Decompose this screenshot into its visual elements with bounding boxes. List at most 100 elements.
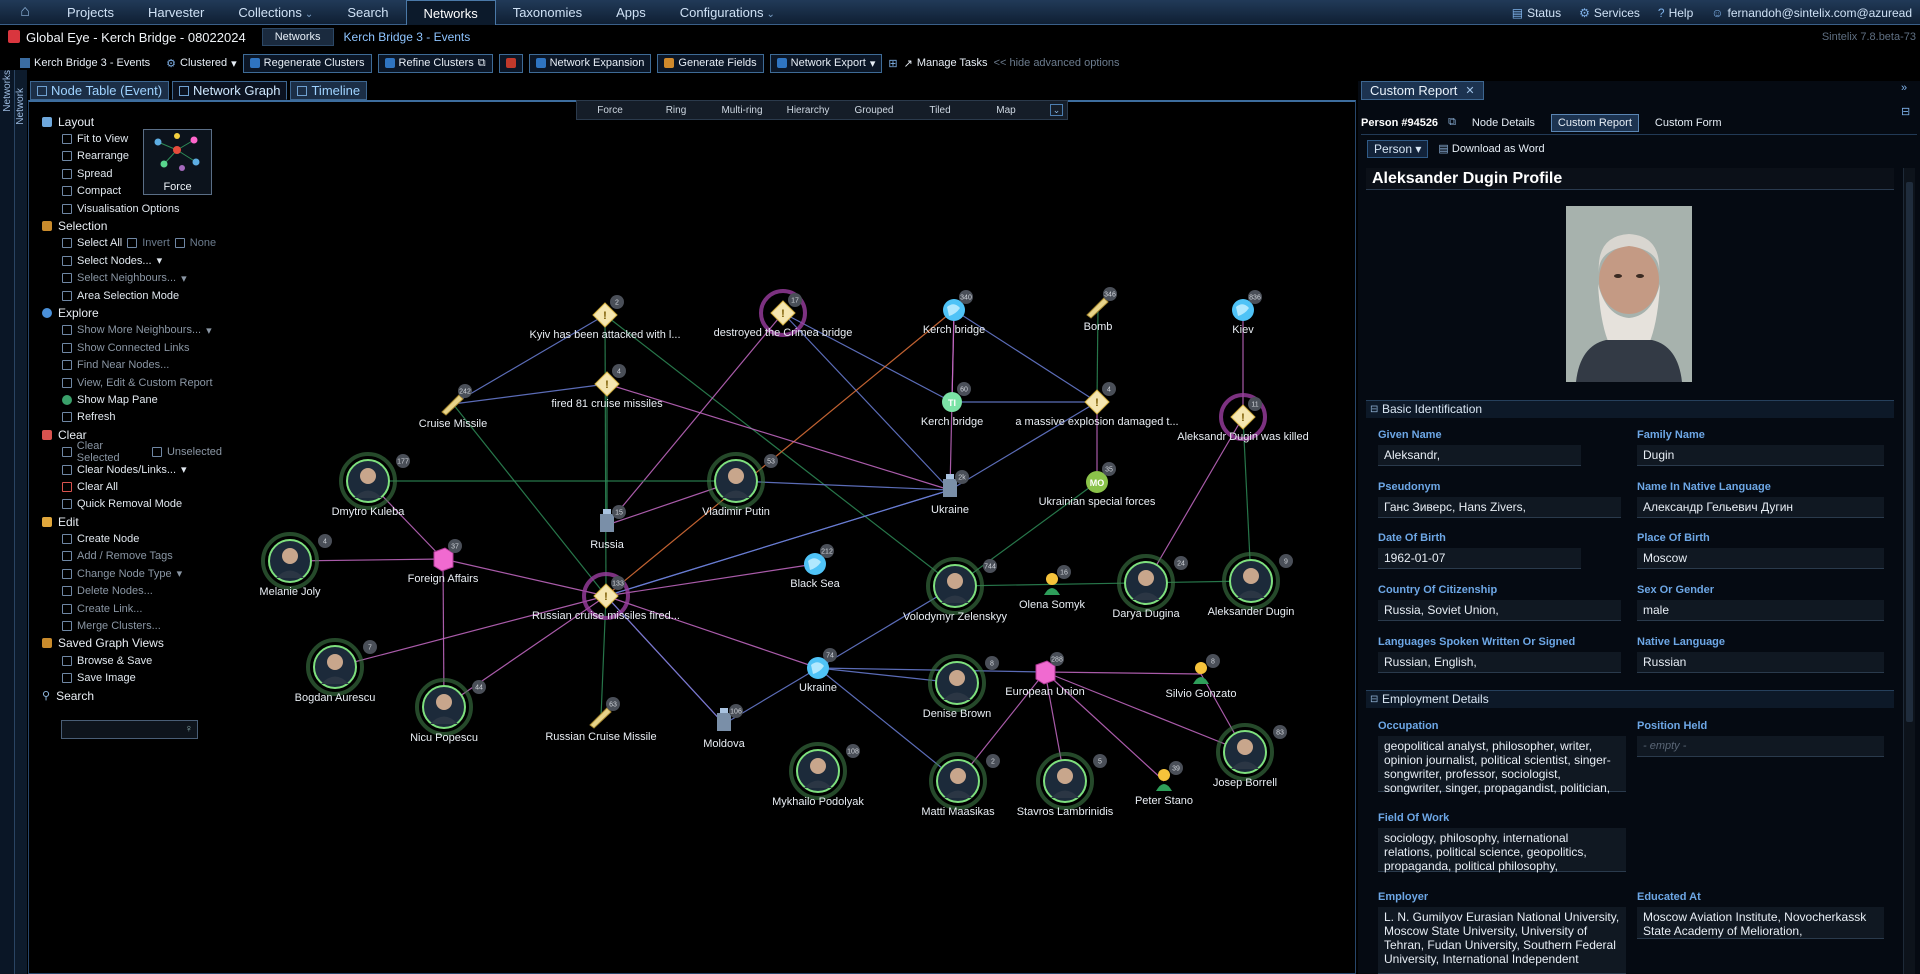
- graph-edge[interactable]: [605, 309, 955, 597]
- collapse-layout-icon[interactable]: ⌄: [1050, 104, 1063, 116]
- graph-edge[interactable]: [735, 480, 951, 491]
- graph-edge[interactable]: [954, 580, 1252, 587]
- graph-node-darya[interactable]: 24 Darya Dugina: [1112, 554, 1188, 620]
- layout-option-ring[interactable]: Ring: [643, 105, 709, 116]
- graph-node-russia[interactable]: 15 Russia: [590, 505, 626, 551]
- graph-node-podolyak[interactable]: 108 Mykhailo Podolyak: [772, 742, 864, 808]
- close-icon[interactable]: ✕: [1465, 84, 1474, 97]
- search-input[interactable]: ♀: [61, 720, 198, 739]
- help-link[interactable]: ? Help: [1658, 6, 1693, 20]
- graph-node-popescu[interactable]: 44 Nicu Popescu: [410, 678, 486, 744]
- section-explore[interactable]: Explore: [42, 304, 222, 321]
- clear-all-button[interactable]: Clear All: [42, 478, 222, 495]
- tab-custom-form[interactable]: Custom Form: [1649, 115, 1728, 131]
- graph-edge[interactable]: [782, 312, 951, 491]
- section-layout[interactable]: Layout: [42, 113, 222, 130]
- show-map-pane-button[interactable]: Show Map Pane: [42, 391, 222, 408]
- graph-node-olena[interactable]: 16 Olena Somyk: [1019, 565, 1086, 611]
- graph-node-fa[interactable]: 37 Foreign Affairs: [408, 539, 479, 585]
- scroll-thumb[interactable]: [1906, 182, 1913, 722]
- graph-node-fired[interactable]: ! 4 fired 81 cruise missiles: [551, 364, 663, 410]
- graph-node-zelensky[interactable]: 744 Volodymyr Zelenskyy: [903, 557, 1007, 623]
- graph-node-bomb[interactable]: 346 Bomb: [1084, 287, 1117, 333]
- graph-node-aurescu[interactable]: 7 Bogdan Aurescu: [295, 638, 377, 704]
- section-employment-details[interactable]: Employment Details: [1366, 690, 1894, 708]
- tab-custom-report[interactable]: Custom Report: [1550, 113, 1639, 132]
- graph-node-kyiv_att[interactable]: ! 2 Kyiv has been attacked with l...: [529, 295, 681, 341]
- layout-option-grouped[interactable]: Grouped: [841, 105, 907, 116]
- show-more-neighbours-button[interactable]: Show More Neighbours... ▾: [42, 322, 222, 339]
- graph-node-adugin[interactable]: 9 Aleksander Dugin: [1208, 552, 1295, 618]
- graph-edge[interactable]: [1044, 671, 1202, 675]
- graph-node-peter[interactable]: 39 Peter Stano: [1135, 761, 1193, 807]
- section-selection[interactable]: Selection: [42, 217, 222, 234]
- layout-option-map[interactable]: Map: [973, 105, 1039, 116]
- download-word-button[interactable]: ▤ Download as Word: [1438, 142, 1544, 155]
- create-node-button[interactable]: Create Node: [42, 530, 222, 547]
- graph-edge[interactable]: [452, 403, 607, 597]
- select-none-button[interactable]: None: [190, 237, 216, 249]
- merge-clusters-button[interactable]: Merge Clusters...: [42, 617, 222, 634]
- clear-nodes-links-button[interactable]: Clear Nodes/Links... ▾: [42, 461, 222, 478]
- graph-edge[interactable]: [605, 489, 951, 597]
- invert-button[interactable]: Invert: [142, 237, 170, 249]
- show-connected-links-button[interactable]: Show Connected Links: [42, 339, 222, 356]
- report-scrollbar[interactable]: [1903, 168, 1915, 974]
- graph-node-cruise[interactable]: 242 Cruise Missile: [419, 384, 487, 430]
- find-near-nodes-button[interactable]: Find Near Nodes...: [42, 356, 222, 373]
- change-node-type-button[interactable]: Change Node Type ▾: [42, 565, 222, 582]
- graph-edge[interactable]: [1044, 671, 1246, 753]
- user-link[interactable]: ☺ fernandoh@sintelix.com@azuread: [1711, 6, 1912, 20]
- graph-edge[interactable]: [605, 595, 819, 669]
- copy-icon[interactable]: ⧉: [1448, 116, 1456, 129]
- graph-node-ukr1[interactable]: 2k Ukraine: [931, 470, 969, 516]
- graph-node-stavros[interactable]: 5 Stavros Lambrinidis: [1017, 752, 1114, 818]
- graph-edge[interactable]: [604, 314, 607, 597]
- save-image-button[interactable]: Save Image: [42, 670, 222, 687]
- status-link[interactable]: ▤ Status: [1512, 6, 1561, 20]
- clear-unselected-button[interactable]: Unselected: [167, 446, 222, 458]
- graph-edge[interactable]: [334, 595, 607, 668]
- delete-nodes-button[interactable]: Delete Nodes...: [42, 583, 222, 600]
- area-selection-toggle[interactable]: Area Selection Mode: [42, 287, 222, 304]
- graph-edge[interactable]: [289, 558, 444, 562]
- visualisation-options-button[interactable]: Visualisation Options: [42, 200, 222, 217]
- graph-node-kiev[interactable]: 836 Kiev: [1232, 290, 1262, 336]
- select-nodes-button[interactable]: Select Nodes... ▾: [42, 252, 222, 269]
- select-neighbours-button[interactable]: Select Neighbours... ▾: [42, 270, 222, 287]
- graph-node-putin[interactable]: 53 Vladimir Putin: [702, 452, 778, 518]
- graph-node-moldova[interactable]: 106 Moldova: [703, 704, 746, 750]
- services-link[interactable]: ⚙ Services: [1579, 6, 1640, 20]
- person-type-dropdown[interactable]: Person ▾: [1367, 139, 1429, 158]
- graph-node-borrell[interactable]: 83 Josep Borrell: [1213, 723, 1287, 789]
- section-edit[interactable]: Edit: [42, 513, 222, 530]
- graph-node-denise[interactable]: 8 Denise Brown: [923, 654, 999, 720]
- graph-node-joly[interactable]: 4 Melanie Joly: [259, 532, 332, 598]
- graph-edge[interactable]: [606, 312, 784, 526]
- graph-node-eu[interactable]: 288 European Union: [1005, 652, 1085, 698]
- custom-report-button[interactable]: View, Edit & Custom Report: [42, 374, 222, 391]
- layout-option-hierarchy[interactable]: Hierarchy: [775, 105, 841, 116]
- clear-selected-button[interactable]: Clear Selected: [77, 440, 147, 464]
- tab-node-details[interactable]: Node Details: [1466, 115, 1541, 131]
- graph-edge[interactable]: [817, 585, 956, 669]
- graph-node-matti[interactable]: 2 Matti Maasikas: [921, 752, 1000, 818]
- graph-node-silvio[interactable]: 8 Silvio Gonzato: [1166, 654, 1237, 700]
- graph-node-kuleba[interactable]: 177 Dmytro Kuleba: [332, 452, 410, 518]
- tab-custom-report-panel[interactable]: Custom Report ✕: [1361, 81, 1484, 100]
- graph-node-ukr2[interactable]: 74 Ukraine: [799, 648, 837, 694]
- force-layout-preview[interactable]: Force: [143, 129, 212, 195]
- layout-option-force[interactable]: Force: [577, 105, 643, 116]
- expand-panel-icon[interactable]: »: [1901, 82, 1907, 94]
- layout-option-tiled[interactable]: Tiled: [907, 105, 973, 116]
- select-all-button[interactable]: Select All: [77, 237, 122, 249]
- graph-edge[interactable]: [604, 314, 956, 587]
- graph-edge[interactable]: [605, 563, 816, 597]
- browse-save-button[interactable]: Browse & Save: [42, 652, 222, 669]
- section-saved-views[interactable]: Saved Graph Views: [42, 635, 222, 652]
- section-basic-identification[interactable]: Basic Identification: [1366, 400, 1894, 418]
- graph-node-kb1[interactable]: 340 Kerch bridge: [923, 290, 985, 336]
- add-remove-tags-button[interactable]: Add / Remove Tags: [42, 548, 222, 565]
- quick-removal-toggle[interactable]: Quick Removal Mode: [42, 496, 222, 513]
- layout-option-multi-ring[interactable]: Multi-ring: [709, 105, 775, 116]
